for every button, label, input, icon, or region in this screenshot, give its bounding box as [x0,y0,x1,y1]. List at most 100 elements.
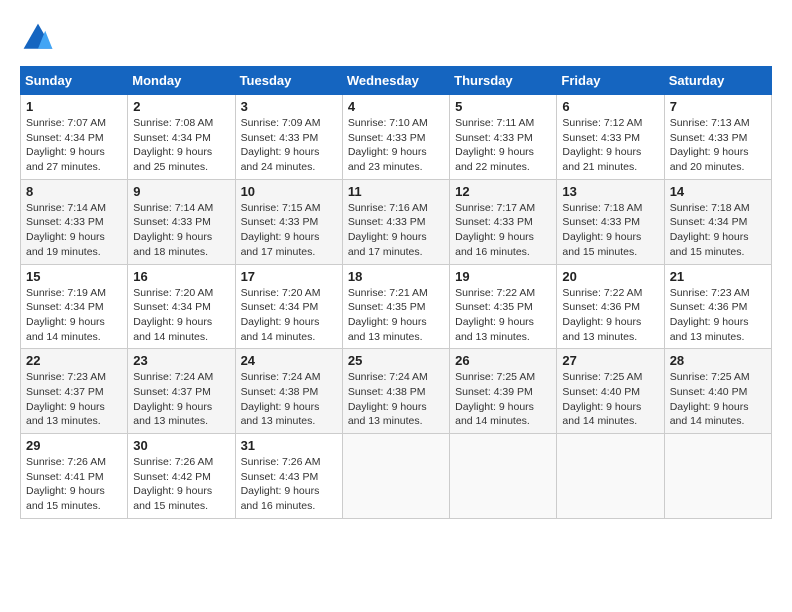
day-number: 8 [26,184,122,199]
day-info: Sunrise: 7:25 AMSunset: 4:40 PMDaylight:… [562,370,658,429]
day-number: 9 [133,184,229,199]
day-info: Sunrise: 7:19 AMSunset: 4:34 PMDaylight:… [26,286,122,345]
day-info: Sunrise: 7:23 AMSunset: 4:36 PMDaylight:… [670,286,766,345]
logo [20,20,60,56]
calendar-cell [342,434,449,519]
day-info: Sunrise: 7:17 AMSunset: 4:33 PMDaylight:… [455,201,551,260]
calendar-cell: 17 Sunrise: 7:20 AMSunset: 4:34 PMDaylig… [235,264,342,349]
calendar-cell: 3 Sunrise: 7:09 AMSunset: 4:33 PMDayligh… [235,95,342,180]
day-number: 5 [455,99,551,114]
calendar-cell: 14 Sunrise: 7:18 AMSunset: 4:34 PMDaylig… [664,179,771,264]
calendar-cell: 23 Sunrise: 7:24 AMSunset: 4:37 PMDaylig… [128,349,235,434]
calendar-header-wednesday: Wednesday [342,67,449,95]
day-info: Sunrise: 7:15 AMSunset: 4:33 PMDaylight:… [241,201,337,260]
calendar-cell [664,434,771,519]
day-number: 21 [670,269,766,284]
day-info: Sunrise: 7:21 AMSunset: 4:35 PMDaylight:… [348,286,444,345]
day-info: Sunrise: 7:14 AMSunset: 4:33 PMDaylight:… [26,201,122,260]
page-header [20,20,772,56]
calendar-cell: 7 Sunrise: 7:13 AMSunset: 4:33 PMDayligh… [664,95,771,180]
calendar-cell: 20 Sunrise: 7:22 AMSunset: 4:36 PMDaylig… [557,264,664,349]
day-number: 1 [26,99,122,114]
day-info: Sunrise: 7:09 AMSunset: 4:33 PMDaylight:… [241,116,337,175]
calendar-header-tuesday: Tuesday [235,67,342,95]
calendar-cell: 11 Sunrise: 7:16 AMSunset: 4:33 PMDaylig… [342,179,449,264]
calendar-cell: 9 Sunrise: 7:14 AMSunset: 4:33 PMDayligh… [128,179,235,264]
day-info: Sunrise: 7:24 AMSunset: 4:38 PMDaylight:… [348,370,444,429]
day-info: Sunrise: 7:08 AMSunset: 4:34 PMDaylight:… [133,116,229,175]
day-number: 16 [133,269,229,284]
day-number: 25 [348,353,444,368]
day-info: Sunrise: 7:22 AMSunset: 4:36 PMDaylight:… [562,286,658,345]
day-number: 12 [455,184,551,199]
day-info: Sunrise: 7:20 AMSunset: 4:34 PMDaylight:… [133,286,229,345]
day-info: Sunrise: 7:25 AMSunset: 4:40 PMDaylight:… [670,370,766,429]
day-number: 2 [133,99,229,114]
calendar-cell: 25 Sunrise: 7:24 AMSunset: 4:38 PMDaylig… [342,349,449,434]
day-number: 18 [348,269,444,284]
calendar-week-2: 8 Sunrise: 7:14 AMSunset: 4:33 PMDayligh… [21,179,772,264]
day-info: Sunrise: 7:26 AMSunset: 4:42 PMDaylight:… [133,455,229,514]
day-number: 15 [26,269,122,284]
day-info: Sunrise: 7:23 AMSunset: 4:37 PMDaylight:… [26,370,122,429]
calendar-cell: 2 Sunrise: 7:08 AMSunset: 4:34 PMDayligh… [128,95,235,180]
calendar-header-saturday: Saturday [664,67,771,95]
calendar-header-row: SundayMondayTuesdayWednesdayThursdayFrid… [21,67,772,95]
calendar-header-monday: Monday [128,67,235,95]
day-info: Sunrise: 7:16 AMSunset: 4:33 PMDaylight:… [348,201,444,260]
day-number: 14 [670,184,766,199]
calendar-cell: 12 Sunrise: 7:17 AMSunset: 4:33 PMDaylig… [450,179,557,264]
calendar-cell: 16 Sunrise: 7:20 AMSunset: 4:34 PMDaylig… [128,264,235,349]
calendar-cell: 1 Sunrise: 7:07 AMSunset: 4:34 PMDayligh… [21,95,128,180]
calendar-cell: 15 Sunrise: 7:19 AMSunset: 4:34 PMDaylig… [21,264,128,349]
calendar-week-5: 29 Sunrise: 7:26 AMSunset: 4:41 PMDaylig… [21,434,772,519]
day-number: 10 [241,184,337,199]
day-number: 23 [133,353,229,368]
day-number: 17 [241,269,337,284]
day-number: 19 [455,269,551,284]
calendar-week-1: 1 Sunrise: 7:07 AMSunset: 4:34 PMDayligh… [21,95,772,180]
calendar-cell: 31 Sunrise: 7:26 AMSunset: 4:43 PMDaylig… [235,434,342,519]
day-number: 24 [241,353,337,368]
day-number: 27 [562,353,658,368]
calendar-week-4: 22 Sunrise: 7:23 AMSunset: 4:37 PMDaylig… [21,349,772,434]
day-number: 4 [348,99,444,114]
calendar-cell [557,434,664,519]
calendar-cell: 5 Sunrise: 7:11 AMSunset: 4:33 PMDayligh… [450,95,557,180]
calendar-cell: 18 Sunrise: 7:21 AMSunset: 4:35 PMDaylig… [342,264,449,349]
day-info: Sunrise: 7:18 AMSunset: 4:34 PMDaylight:… [670,201,766,260]
calendar-table: SundayMondayTuesdayWednesdayThursdayFrid… [20,66,772,519]
calendar-cell: 21 Sunrise: 7:23 AMSunset: 4:36 PMDaylig… [664,264,771,349]
day-info: Sunrise: 7:24 AMSunset: 4:38 PMDaylight:… [241,370,337,429]
calendar-cell: 13 Sunrise: 7:18 AMSunset: 4:33 PMDaylig… [557,179,664,264]
day-info: Sunrise: 7:14 AMSunset: 4:33 PMDaylight:… [133,201,229,260]
calendar-header-friday: Friday [557,67,664,95]
calendar-cell: 6 Sunrise: 7:12 AMSunset: 4:33 PMDayligh… [557,95,664,180]
calendar-cell: 26 Sunrise: 7:25 AMSunset: 4:39 PMDaylig… [450,349,557,434]
logo-icon [20,20,56,56]
day-number: 20 [562,269,658,284]
day-info: Sunrise: 7:18 AMSunset: 4:33 PMDaylight:… [562,201,658,260]
day-number: 3 [241,99,337,114]
calendar-cell: 8 Sunrise: 7:14 AMSunset: 4:33 PMDayligh… [21,179,128,264]
day-number: 6 [562,99,658,114]
calendar-cell [450,434,557,519]
day-info: Sunrise: 7:24 AMSunset: 4:37 PMDaylight:… [133,370,229,429]
day-number: 26 [455,353,551,368]
day-info: Sunrise: 7:11 AMSunset: 4:33 PMDaylight:… [455,116,551,175]
day-number: 29 [26,438,122,453]
calendar-cell: 29 Sunrise: 7:26 AMSunset: 4:41 PMDaylig… [21,434,128,519]
day-number: 28 [670,353,766,368]
day-info: Sunrise: 7:07 AMSunset: 4:34 PMDaylight:… [26,116,122,175]
day-number: 13 [562,184,658,199]
day-info: Sunrise: 7:25 AMSunset: 4:39 PMDaylight:… [455,370,551,429]
calendar-cell: 27 Sunrise: 7:25 AMSunset: 4:40 PMDaylig… [557,349,664,434]
day-number: 7 [670,99,766,114]
calendar-header-sunday: Sunday [21,67,128,95]
calendar-cell: 28 Sunrise: 7:25 AMSunset: 4:40 PMDaylig… [664,349,771,434]
day-info: Sunrise: 7:12 AMSunset: 4:33 PMDaylight:… [562,116,658,175]
day-number: 22 [26,353,122,368]
calendar-cell: 10 Sunrise: 7:15 AMSunset: 4:33 PMDaylig… [235,179,342,264]
calendar-week-3: 15 Sunrise: 7:19 AMSunset: 4:34 PMDaylig… [21,264,772,349]
day-info: Sunrise: 7:26 AMSunset: 4:41 PMDaylight:… [26,455,122,514]
